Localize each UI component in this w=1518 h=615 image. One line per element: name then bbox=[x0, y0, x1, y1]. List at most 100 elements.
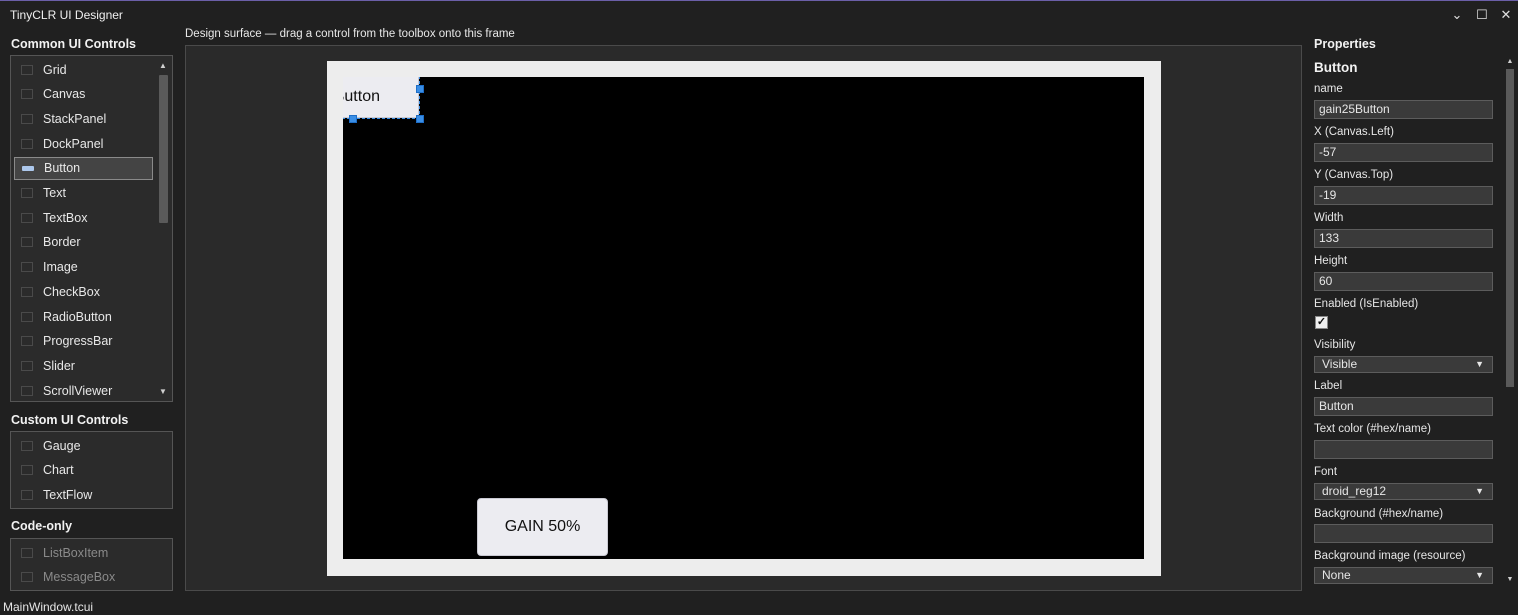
toolbox-item-label: Image bbox=[43, 260, 78, 275]
properties-scrollbar[interactable]: ▲ ▼ bbox=[1503, 55, 1517, 587]
toolbox-item-label: Gauge bbox=[43, 438, 81, 453]
gain-button-text: GAIN 50% bbox=[504, 518, 581, 535]
toolbox-item-label: ProgressBar bbox=[43, 334, 113, 349]
toolbox-item-dockpanel[interactable]: DockPanel bbox=[14, 132, 153, 155]
toolbox-item-gauge[interactable]: Gauge bbox=[14, 434, 153, 457]
textbox-icon bbox=[21, 212, 33, 223]
background-field[interactable] bbox=[1314, 524, 1493, 543]
toolbox-item-chart[interactable]: Chart bbox=[14, 459, 153, 482]
toolbox-item-textflow[interactable]: TextFlow bbox=[14, 483, 153, 506]
scrollviewer-icon bbox=[21, 385, 33, 396]
image-icon bbox=[21, 262, 33, 273]
prop-height-label: Height bbox=[1314, 255, 1348, 267]
height-field[interactable]: 60 bbox=[1314, 272, 1493, 291]
toolbox-item-messagebox: MessageBox bbox=[14, 566, 153, 589]
x-field[interactable]: -57 bbox=[1314, 143, 1493, 162]
radiobutton-icon bbox=[21, 311, 33, 322]
progressbar-icon bbox=[21, 336, 33, 347]
toolbox-item-checkbox[interactable]: CheckBox bbox=[14, 280, 153, 303]
toolbox-item-label: Button bbox=[44, 161, 81, 176]
chevron-down-icon: ▼ bbox=[1475, 486, 1484, 496]
scroll-down-icon[interactable]: ▼ bbox=[155, 385, 171, 399]
gauge-icon bbox=[21, 440, 33, 451]
toolbox-item-radiobutton[interactable]: RadioButton bbox=[14, 305, 153, 328]
toolbox-item-button[interactable]: Button bbox=[14, 156, 153, 180]
common-controls-heading: Common UI Controls bbox=[11, 37, 136, 51]
scroll-thumb[interactable] bbox=[159, 75, 168, 223]
custom-controls-heading: Custom UI Controls bbox=[11, 413, 129, 427]
resize-handle-right[interactable] bbox=[416, 85, 424, 93]
y-field[interactable]: -19 bbox=[1314, 186, 1493, 205]
textflow-icon bbox=[21, 489, 33, 500]
common-controls-list[interactable]: ▲ ▼ Grid Canvas StackPanel DockPanel Button T… bbox=[10, 55, 173, 402]
toolbox-item-label: RadioButton bbox=[43, 309, 112, 324]
canvas-icon bbox=[21, 89, 33, 100]
properties-scroll-thumb[interactable] bbox=[1506, 69, 1514, 387]
label-field[interactable]: Button bbox=[1314, 397, 1493, 416]
codeonly-controls-list[interactable]: ListBoxItem MessageBox bbox=[10, 538, 173, 591]
font-value: droid_reg12 bbox=[1322, 484, 1387, 498]
toolbox-item-label: Border bbox=[43, 235, 81, 250]
custom-controls-list[interactable]: Gauge Chart TextFlow bbox=[10, 431, 173, 509]
toolbox-item-label: MessageBox bbox=[43, 570, 116, 585]
minimize-button[interactable]: ⌄ bbox=[1447, 6, 1467, 24]
toolbox-item-text[interactable]: Text bbox=[14, 182, 153, 205]
width-field[interactable]: 133 bbox=[1314, 229, 1493, 248]
toolbox-item-progressbar[interactable]: ProgressBar bbox=[14, 330, 153, 353]
close-button[interactable]: ✕ bbox=[1496, 6, 1516, 24]
chevron-down-icon: ▼ bbox=[1475, 359, 1484, 369]
maximize-button[interactable]: ☐ bbox=[1472, 6, 1492, 24]
toolbox-item-label: TextBox bbox=[43, 210, 88, 225]
stackpanel-icon bbox=[21, 113, 33, 124]
scroll-down-icon[interactable]: ▼ bbox=[1503, 573, 1517, 587]
toolbox-item-scrollviewer[interactable]: ScrollViewer bbox=[14, 379, 153, 402]
prop-bgimage-label: Background image (resource) bbox=[1314, 550, 1466, 562]
textcolor-field[interactable] bbox=[1314, 440, 1493, 459]
toolbox-item-label: ScrollViewer bbox=[43, 383, 113, 398]
resize-handle-bottom-left[interactable] bbox=[349, 115, 357, 123]
toolbox-item-label: StackPanel bbox=[43, 111, 107, 126]
name-field[interactable]: gain25Button bbox=[1314, 100, 1493, 119]
toolbox-item-label: Slider bbox=[43, 358, 75, 373]
title-bar: TinyCLR UI Designer ⌄ ☐ ✕ bbox=[0, 2, 1518, 28]
toolbox-item-label: CheckBox bbox=[43, 284, 100, 299]
toolbox-item-label: ListBoxItem bbox=[43, 545, 109, 560]
toolbox-item-slider[interactable]: Slider bbox=[14, 354, 153, 377]
prop-label-label: Label bbox=[1314, 380, 1343, 392]
device-screen-canvas[interactable]: Button GAIN 50% bbox=[343, 77, 1144, 559]
common-list-scrollbar[interactable]: ▲ ▼ bbox=[155, 57, 171, 400]
checkbox-icon bbox=[21, 286, 33, 297]
bgimage-value: None bbox=[1322, 568, 1351, 582]
toolbox-item-label: Chart bbox=[43, 463, 74, 478]
prop-enabled-label: Enabled (IsEnabled) bbox=[1314, 298, 1419, 310]
toolbox-item-stackpanel[interactable]: StackPanel bbox=[14, 107, 153, 130]
bgimage-select[interactable]: None ▼ bbox=[1314, 567, 1493, 584]
visibility-select[interactable]: Visible ▼ bbox=[1314, 356, 1493, 373]
properties-type: Button bbox=[1314, 60, 1358, 75]
properties-title: Properties bbox=[1314, 37, 1376, 51]
toolbox-item-border[interactable]: Border bbox=[14, 231, 153, 254]
border-icon bbox=[21, 237, 33, 248]
toolbox-item-canvas[interactable]: Canvas bbox=[14, 83, 153, 106]
codeonly-heading: Code-only bbox=[11, 519, 73, 533]
toolbox-item-label: Text bbox=[43, 186, 66, 200]
button-icon bbox=[22, 165, 34, 171]
toolbox-item-grid[interactable]: Grid bbox=[14, 58, 153, 81]
scroll-up-icon[interactable]: ▲ bbox=[1503, 55, 1517, 69]
toolbox-item-listboxitem: ListBoxItem bbox=[14, 541, 153, 564]
dockpanel-icon bbox=[21, 138, 33, 149]
prop-background-label: Background (#hex/name) bbox=[1314, 508, 1444, 520]
selection-outline bbox=[343, 77, 420, 119]
font-select[interactable]: droid_reg12 ▼ bbox=[1314, 483, 1493, 500]
gain-50-button[interactable]: GAIN 50% bbox=[477, 498, 608, 556]
resize-handle-bottom-right[interactable] bbox=[416, 115, 424, 123]
check-icon: ✓ bbox=[1316, 316, 1327, 328]
toolbox-item-label: Grid bbox=[43, 62, 67, 77]
toolbox-item-textbox[interactable]: TextBox bbox=[14, 206, 153, 229]
chart-icon bbox=[21, 465, 33, 476]
prop-x-label: X (Canvas.Left) bbox=[1314, 126, 1394, 138]
enabled-checkbox[interactable]: ✓ bbox=[1315, 316, 1328, 329]
scroll-up-icon[interactable]: ▲ bbox=[155, 59, 171, 73]
messagebox-icon bbox=[21, 572, 33, 583]
toolbox-item-image[interactable]: Image bbox=[14, 256, 153, 279]
